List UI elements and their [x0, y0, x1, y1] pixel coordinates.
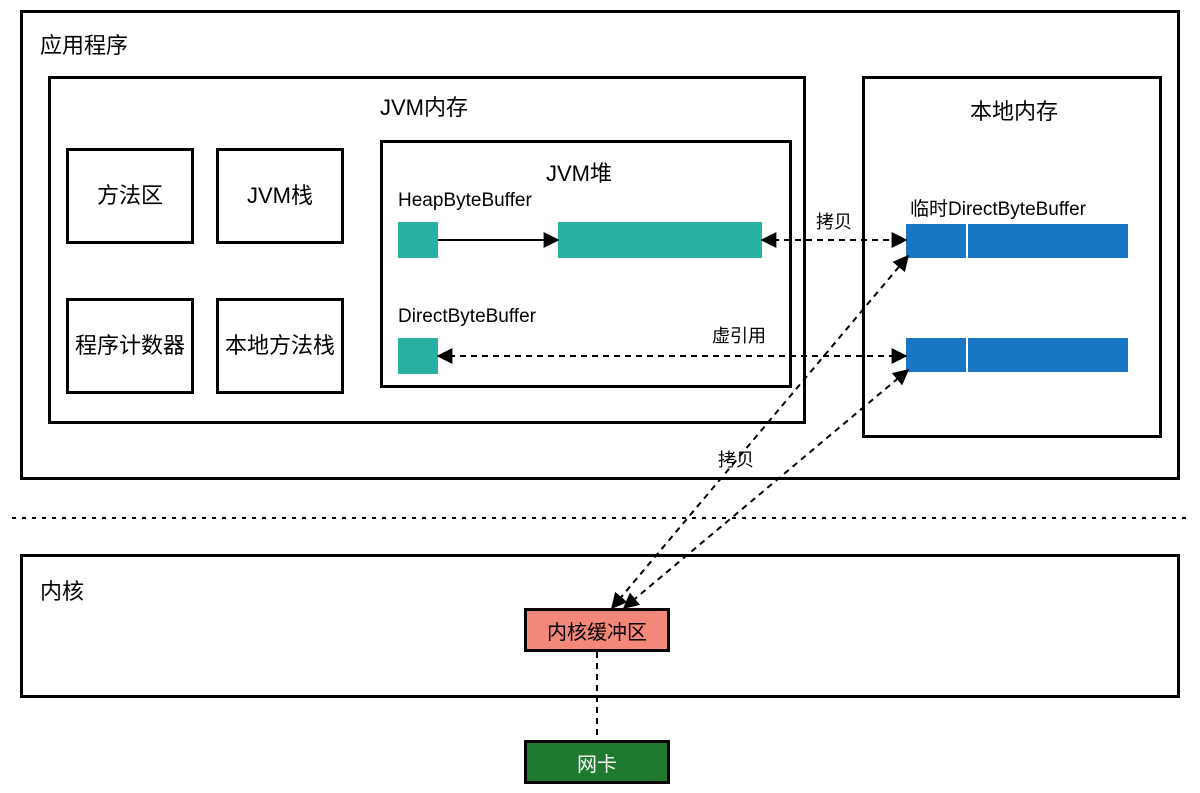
- native-stack-box: 本地方法栈: [216, 298, 344, 394]
- native-block-1: [906, 224, 1128, 258]
- phantom-ref-label: 虚引用: [712, 322, 766, 348]
- kernel-buffer-label: 内核缓冲区: [547, 616, 647, 645]
- heap-byte-buffer-label: HeapByteBuffer: [398, 190, 532, 212]
- jvm-stack-label: JVM栈: [219, 151, 341, 241]
- method-area-label: 方法区: [69, 151, 191, 241]
- jvm-stack-box: JVM栈: [216, 148, 344, 244]
- native-memory-title: 本地内存: [970, 94, 1058, 126]
- heap-byte-buffer-data: [558, 222, 762, 258]
- temp-direct-byte-buffer-label: 临时DirectByteBuffer: [910, 194, 1086, 221]
- nic-label: 网卡: [577, 748, 617, 777]
- kernel-title: 内核: [40, 574, 84, 606]
- method-area-box: 方法区: [66, 148, 194, 244]
- pc-register-label: 程序计数器: [69, 301, 191, 391]
- copy-label-top: 拷贝: [816, 208, 852, 234]
- jvm-heap-title: JVM堆: [546, 156, 612, 188]
- diagram-canvas: 应用程序 JVM内存 本地内存 方法区 JVM栈 程序计数器 本地方法栈 JVM…: [0, 0, 1200, 793]
- kernel-buffer-box: 内核缓冲区: [524, 608, 670, 652]
- direct-byte-buffer-label: DirectByteBuffer: [398, 306, 536, 328]
- native-block-2: [906, 338, 1128, 372]
- native-stack-label: 本地方法栈: [219, 301, 341, 391]
- direct-byte-buffer-handle: [398, 338, 438, 374]
- nic-box: 网卡: [524, 740, 670, 784]
- heap-byte-buffer-handle: [398, 222, 438, 258]
- app-layer-title: 应用程序: [40, 28, 128, 60]
- pc-register-box: 程序计数器: [66, 298, 194, 394]
- jvm-memory-title: JVM内存: [380, 90, 468, 122]
- copy-label-bottom: 拷贝: [718, 446, 754, 472]
